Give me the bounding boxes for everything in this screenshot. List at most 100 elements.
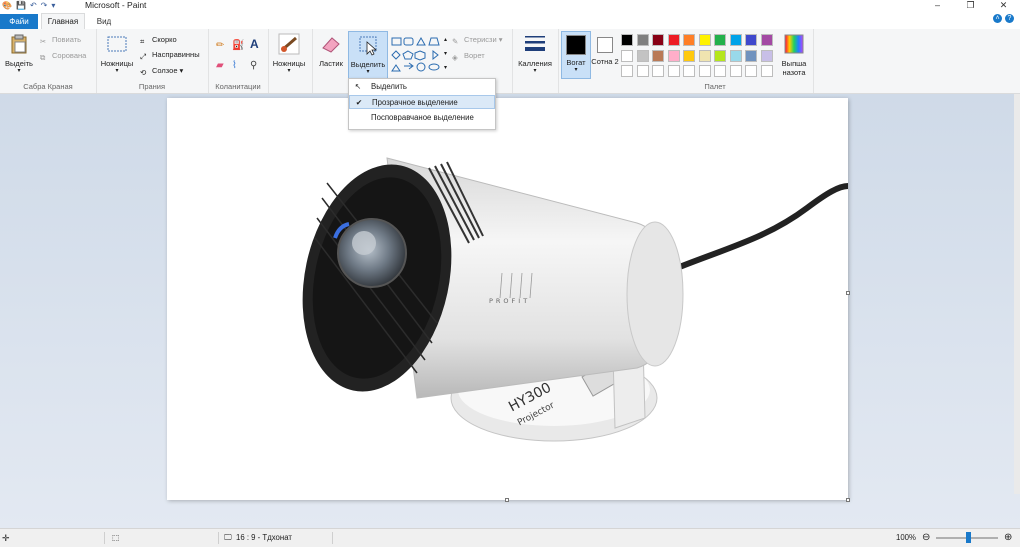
copy-button[interactable]: ⧉ Сорована [40,49,86,62]
palette-swatch[interactable] [667,49,680,62]
close-button[interactable]: ✕ [987,0,1020,11]
select-dropdown-menu: ↖ Выделить ✔ Прозрачное выделение Поспов… [348,78,496,130]
shapes-gallery[interactable] [390,35,450,79]
resize-handle-right[interactable] [846,291,850,295]
outline-button[interactable]: ✎ Стерисзи ▾ [452,33,502,46]
zoom-level: 100% [896,533,916,542]
restore-button[interactable]: ❐ [954,0,987,11]
palette-swatch[interactable] [745,34,757,46]
ribbon-tabs: Файи Главная Вид ˄ ? [0,11,1020,29]
color1-button[interactable]: Вогат ▾ [561,31,591,79]
size-button[interactable]: Калления ▾ [516,31,554,77]
palette-swatch[interactable] [714,34,726,46]
color-picker-icon[interactable]: ⌇ [232,59,237,72]
zoom-slider-thumb[interactable] [966,532,971,543]
menu-item-select[interactable]: ↖ Выделить [349,80,495,94]
palette-swatch[interactable] [745,65,757,77]
select-button[interactable]: Выделить ▾ [348,31,388,79]
edit-colors-button[interactable]: Выпша назота [775,31,813,77]
palette-swatch[interactable] [652,65,664,77]
palette-swatch[interactable] [683,34,695,46]
zoom-in-button[interactable]: ⊕ [1004,529,1012,547]
clipboard-group: Выдеіть ▾ ✂ Повиать ⧉ Сорована Сабра Кра… [0,29,97,93]
cursor-position-icon: ✛ [2,533,10,543]
outline-icon: ✎ [452,36,459,46]
palette-swatch[interactable] [729,65,742,77]
paint-app-icon: 🎨 [2,1,12,10]
shapes-scroll-up[interactable]: ▴ [444,34,447,47]
crop-button[interactable]: ⌗ Скорко [140,33,177,46]
palette-swatch[interactable] [683,65,695,77]
fill-button[interactable]: ◈ Ворет [452,49,485,62]
tools-group: ✏ ⛽ A ▰ ⌇ ⚲ Коланитации [208,29,269,93]
palette-swatch[interactable] [760,49,773,62]
drawing-canvas[interactable]: HY300 Projector PROFIT [167,98,850,502]
palette-swatch[interactable] [621,65,633,77]
selection-size-icon: ⬚ [112,533,120,542]
palette-swatch[interactable] [667,65,680,77]
palette-swatch[interactable] [745,49,757,62]
palette-swatch[interactable] [698,65,711,77]
fill-bucket-icon[interactable]: ⛽ [232,39,244,52]
palette-swatch[interactable] [760,65,773,77]
tab-home[interactable]: Главная [41,13,85,29]
image-size-text: 16 : 9 - Тдхонат [236,533,292,542]
zoom-out-button[interactable]: ⊖ [922,529,930,547]
palette-swatch[interactable] [729,34,742,46]
cut-button[interactable]: ✂ Повиать [40,33,81,46]
palette-swatch[interactable] [698,34,711,46]
select-image-button[interactable]: Ножницы ▾ [98,31,136,77]
palette-group: Выпша назота Палет [617,29,814,93]
palette-swatch[interactable] [636,49,649,62]
text-icon[interactable]: A [250,38,259,51]
menu-item-free-form-selection[interactable]: Посповравчаное выделение [349,111,495,125]
redo-icon[interactable]: ↷ [41,0,48,11]
chevron-down-icon[interactable]: ▾ [51,0,55,11]
eraser-small-icon[interactable]: ▰ [216,59,224,72]
palette-swatch[interactable] [636,65,649,77]
palette-swatch[interactable] [714,49,726,62]
palette-swatch[interactable] [729,49,742,62]
help-icon[interactable]: ? [1005,14,1014,23]
shapes-scroll-down[interactable]: ▾ [444,48,447,61]
palette-swatch[interactable] [636,34,649,46]
palette-swatch[interactable] [667,34,680,46]
projector-image: HY300 Projector PROFIT [302,157,849,442]
fill-icon: ◈ [452,52,458,62]
paste-button[interactable]: Выдеіть ▾ [0,31,38,77]
magnifier-icon[interactable]: ⚲ [250,59,257,72]
palette-swatch[interactable] [698,49,711,62]
undo-icon[interactable]: ↶ [30,0,37,11]
palette-swatch[interactable] [621,34,633,46]
palette-swatch[interactable] [714,65,726,77]
rotate-button[interactable]: ⟲ Солзое ▾ [140,64,183,77]
palette-swatch[interactable] [652,34,664,46]
palette-swatch[interactable] [652,49,664,62]
brushes-button[interactable]: Ножницы ▾ [270,31,308,77]
tab-view[interactable]: Вид [90,14,118,29]
line-width-icon [525,36,545,51]
save-icon[interactable]: 💾 [16,0,26,11]
vertical-scrollbar[interactable] [1014,94,1020,494]
clipboard-group-label: Сабра Краная [23,82,73,91]
brand-label: PROFIT [489,297,530,305]
pencil-icon[interactable]: ✏ [216,39,224,52]
brushes-group: Ножницы ▾ [268,29,313,93]
tab-file[interactable]: Файи [0,14,38,29]
palette-swatch[interactable] [760,34,773,46]
cursor-icon: ↖ [354,82,362,91]
color2-button[interactable]: Сотна 2 [591,31,619,77]
image-group: Ножницы ▾ ⌗ Скорко ⤢ Насправинны ⟲ Солзо… [96,29,209,93]
eraser-button[interactable]: Ластик [312,31,350,77]
image-size-icon: 🖵 [224,533,232,542]
resize-handle-bottom[interactable] [505,498,509,502]
collapse-ribbon-icon[interactable]: ˄ [993,14,1002,23]
shapes-expand[interactable]: ▾ [444,62,447,75]
copy-icon: ⧉ [40,52,46,62]
palette-swatch[interactable] [683,49,695,62]
palette-swatch[interactable] [621,49,633,62]
resize-handle-corner[interactable] [846,498,850,502]
menu-item-transparent-selection[interactable]: ✔ Прозрачное выделение [349,95,495,109]
resize-button[interactable]: ⤢ Насправинны [140,48,200,61]
minimize-button[interactable]: – [921,0,954,11]
